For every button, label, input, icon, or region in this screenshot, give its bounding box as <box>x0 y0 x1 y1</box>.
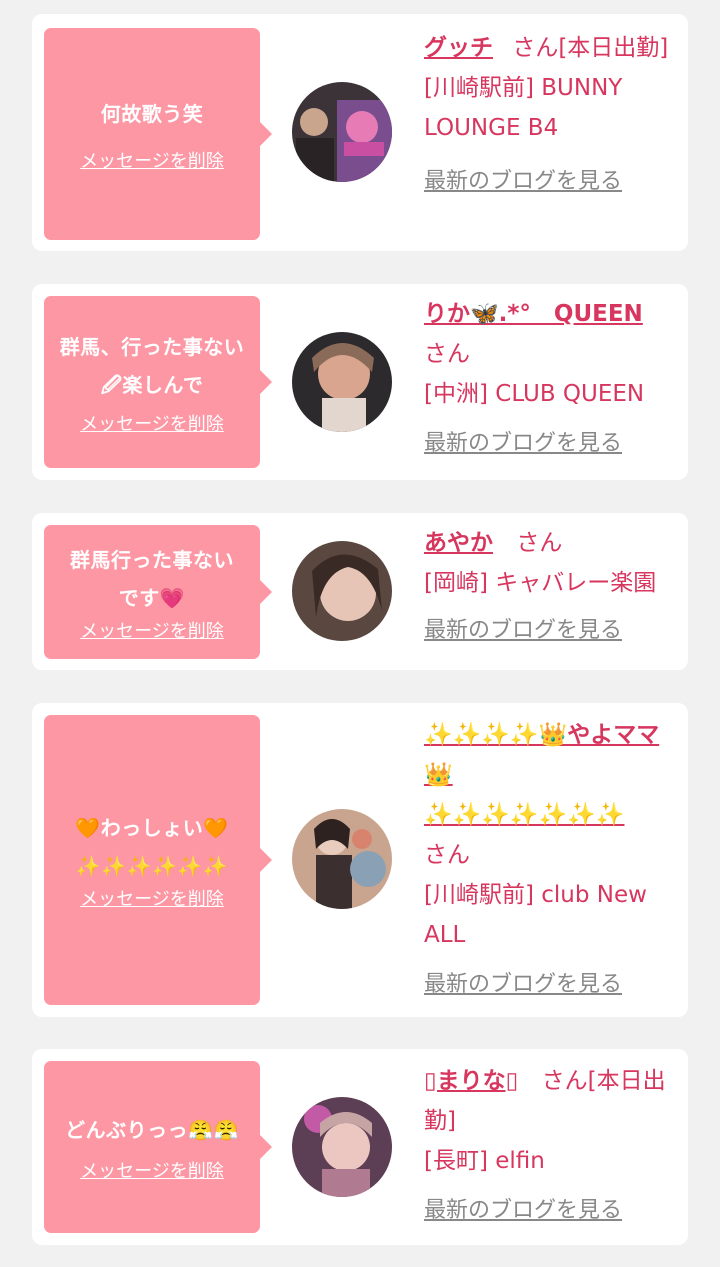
host-status: さん[本日出勤] <box>512 35 669 61</box>
host-name-link[interactable]: ✨✨✨✨👑やよママ👑 <box>424 722 659 788</box>
avatar[interactable] <box>292 332 392 432</box>
delete-message-link[interactable]: メッセージを削除 <box>80 1157 224 1183</box>
message-bubble: 群馬、行った事ない 🖉楽しんで メッセージを削除 <box>44 296 272 468</box>
message-bubble: 何故歌う笑 メッセージを削除 <box>44 28 272 240</box>
host-info: ▯まりな▯ さん[本日出勤] [長町] elfin 最新のブログを見る <box>424 1061 674 1231</box>
message-bubble: どんぶりっっ😤😤 メッセージを削除 <box>44 1061 272 1233</box>
delete-message-link[interactable]: メッセージを削除 <box>80 410 224 436</box>
delete-message-link[interactable]: メッセージを削除 <box>80 885 224 911</box>
message-card: 群馬行った事ない です💗 メッセージを削除 あやか さん [岡崎] キャバレー楽… <box>32 513 688 670</box>
host-name-link[interactable]: あやか <box>424 530 493 556</box>
host-info: りか🦋.*° QUEEN さん [中洲] CLUB QUEEN 最新のブログを見… <box>424 294 674 464</box>
delete-message-link[interactable]: メッセージを削除 <box>80 617 224 643</box>
message-text: 群馬行った事ない <box>70 548 234 572</box>
message-card: 🧡わっしょい🧡 ✨✨✨✨✨✨ メッセージを削除 ✨✨✨✨👑やよママ👑 ✨✨✨✨✨… <box>32 703 688 1017</box>
host-name-link[interactable]: ▯まりな▯ <box>424 1068 518 1094</box>
message-text-line2: です💗 <box>118 586 186 610</box>
host-info: あやか さん [岡崎] キャバレー楽園 最新のブログを見る <box>424 523 674 651</box>
message-text-line2: 🖉楽しんで <box>100 373 204 397</box>
message-text: 🧡わっしょい🧡 <box>75 816 229 840</box>
message-text: 群馬、行った事ない <box>59 335 245 359</box>
message-card: 何故歌う笑 メッセージを削除 グッチ さん[本日出勤] [川崎駅前] BUNNY… <box>32 14 688 251</box>
host-name-decoration[interactable]: ✨✨✨✨✨✨✨ <box>424 802 624 828</box>
shop-name: [岡崎] キャバレー楽園 <box>424 570 657 596</box>
message-text: どんぶりっっ😤😤 <box>65 1118 239 1142</box>
shop-name: [川崎駅前] BUNNY LOUNGE B4 <box>424 75 623 141</box>
message-card: 群馬、行った事ない 🖉楽しんで メッセージを削除 りか🦋.*° QUEEN さん… <box>32 284 688 480</box>
avatar[interactable] <box>292 82 392 182</box>
shop-name: [中洲] CLUB QUEEN <box>424 381 645 407</box>
view-blog-link[interactable]: 最新のブログを見る <box>424 162 674 202</box>
message-bubble: 🧡わっしょい🧡 ✨✨✨✨✨✨ メッセージを削除 <box>44 715 272 1005</box>
shop-name: [川崎駅前] club New ALL <box>424 882 647 948</box>
host-name-link[interactable]: グッチ <box>424 35 493 61</box>
message-card: どんぶりっっ😤😤 メッセージを削除 ▯まりな▯ さん[本日出勤] [長町] el… <box>32 1049 688 1245</box>
message-text: 何故歌う笑 <box>100 102 204 126</box>
host-name-link[interactable]: りか🦋.*° QUEEN <box>424 301 643 327</box>
avatar[interactable] <box>292 1097 392 1197</box>
view-blog-link[interactable]: 最新のブログを見る <box>424 965 674 1005</box>
shop-name: [長町] elfin <box>424 1148 545 1174</box>
avatar[interactable] <box>292 809 392 909</box>
view-blog-link[interactable]: 最新のブログを見る <box>424 424 674 464</box>
avatar[interactable] <box>292 541 392 641</box>
view-blog-link[interactable]: 最新のブログを見る <box>424 1191 674 1231</box>
delete-message-link[interactable]: メッセージを削除 <box>80 147 224 173</box>
view-blog-link[interactable]: 最新のブログを見る <box>424 611 674 651</box>
message-bubble: 群馬行った事ない です💗 メッセージを削除 <box>44 525 272 659</box>
host-status: さん <box>424 842 470 868</box>
host-status: さん <box>516 530 563 556</box>
host-info: グッチ さん[本日出勤] [川崎駅前] BUNNY LOUNGE B4 最新のブ… <box>424 28 674 202</box>
host-status: さん <box>424 341 470 367</box>
host-info: ✨✨✨✨👑やよママ👑 ✨✨✨✨✨✨✨ さん [川崎駅前] club New AL… <box>424 715 674 1005</box>
message-text-line2: ✨✨✨✨✨✨ <box>75 854 229 878</box>
